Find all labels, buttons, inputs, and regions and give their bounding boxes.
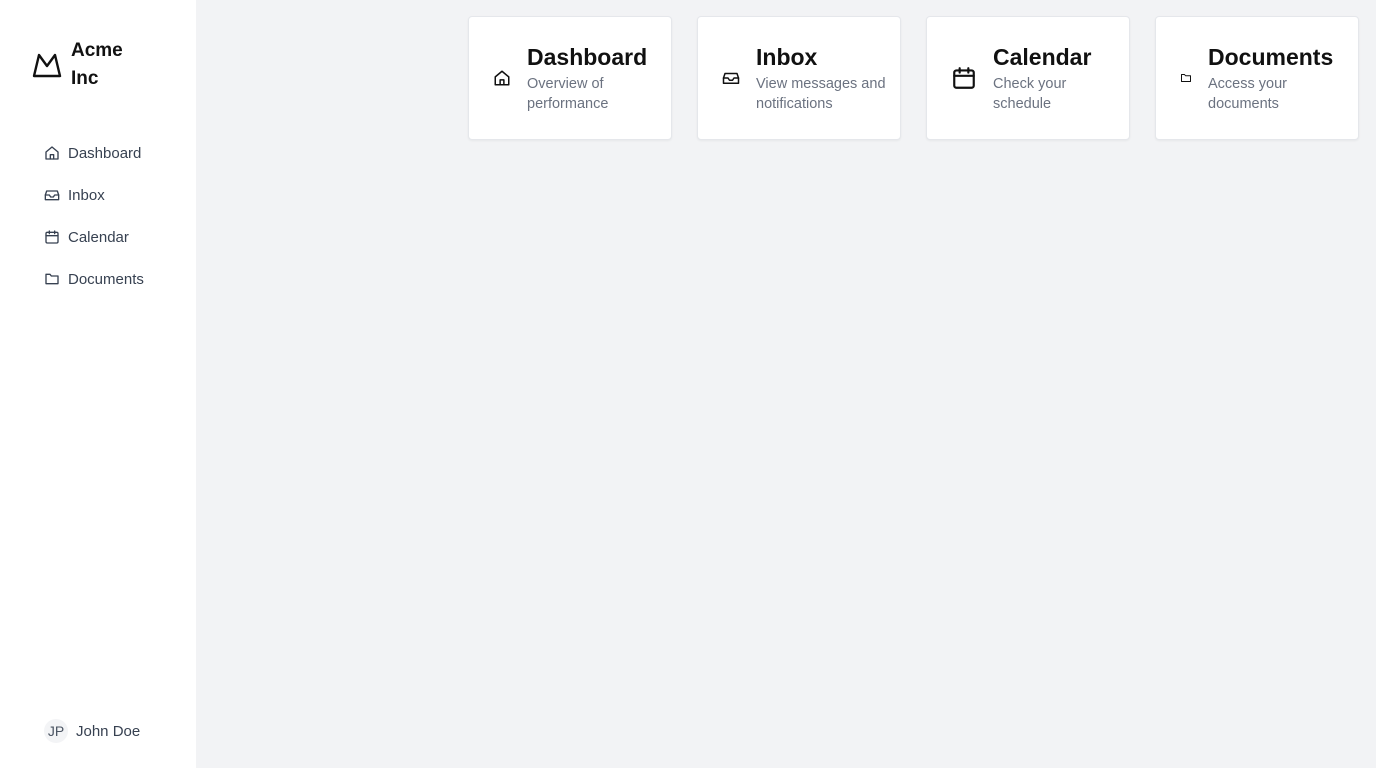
folder-icon: [1180, 72, 1192, 84]
card-title: Dashboard: [527, 44, 648, 70]
avatar: JP: [44, 719, 68, 743]
card-title: Documents: [1208, 44, 1334, 70]
folder-icon: [44, 271, 60, 287]
brand-name: Acme Inc: [71, 40, 123, 89]
inbox-card[interactable]: Inbox View messages and notifications: [697, 16, 901, 140]
calendar-icon: [44, 229, 60, 245]
user-profile[interactable]: JP John Doe: [44, 719, 140, 743]
sidebar-item-label: Documents: [68, 270, 144, 288]
inbox-icon: [722, 69, 740, 87]
sidebar-item-calendar[interactable]: Calendar: [44, 226, 144, 248]
user-name: John Doe: [76, 722, 141, 740]
mountain-logo-icon: [32, 50, 62, 80]
dashboard-card[interactable]: Dashboard Overview of performance: [468, 16, 672, 140]
card-description: View messages and notifications: [756, 76, 886, 112]
home-icon: [493, 69, 511, 87]
card-description: Access your documents: [1208, 76, 1287, 112]
sidebar-item-label: Dashboard: [68, 144, 142, 162]
card-title: Calendar: [993, 44, 1092, 70]
calendar-card[interactable]: Calendar Check your schedule: [926, 16, 1130, 140]
calendar-icon: [951, 65, 977, 91]
card-grid: Dashboard Overview of performance Inbox …: [468, 16, 1359, 140]
brand[interactable]: Acme Inc: [32, 37, 141, 93]
main-content: Dashboard Overview of performance Inbox …: [196, 0, 1376, 768]
sidebar-item-label: Calendar: [68, 228, 129, 246]
sidebar-item-label: Inbox: [68, 186, 105, 204]
card-description: Overview of performance: [527, 76, 609, 112]
sidebar-nav: Dashboard Inbox Calendar Documents: [44, 142, 144, 310]
inbox-icon: [44, 187, 60, 203]
card-title: Inbox: [756, 44, 818, 70]
sidebar-item-documents[interactable]: Documents: [44, 268, 144, 290]
sidebar-item-dashboard[interactable]: Dashboard: [44, 142, 144, 164]
sidebar-item-inbox[interactable]: Inbox: [44, 184, 144, 206]
home-icon: [44, 145, 60, 161]
documents-card[interactable]: Documents Access your documents: [1155, 16, 1359, 140]
card-description: Check your schedule: [993, 76, 1067, 112]
sidebar: Acme Inc Dashboard Inbox Calendar Docume…: [0, 0, 196, 768]
